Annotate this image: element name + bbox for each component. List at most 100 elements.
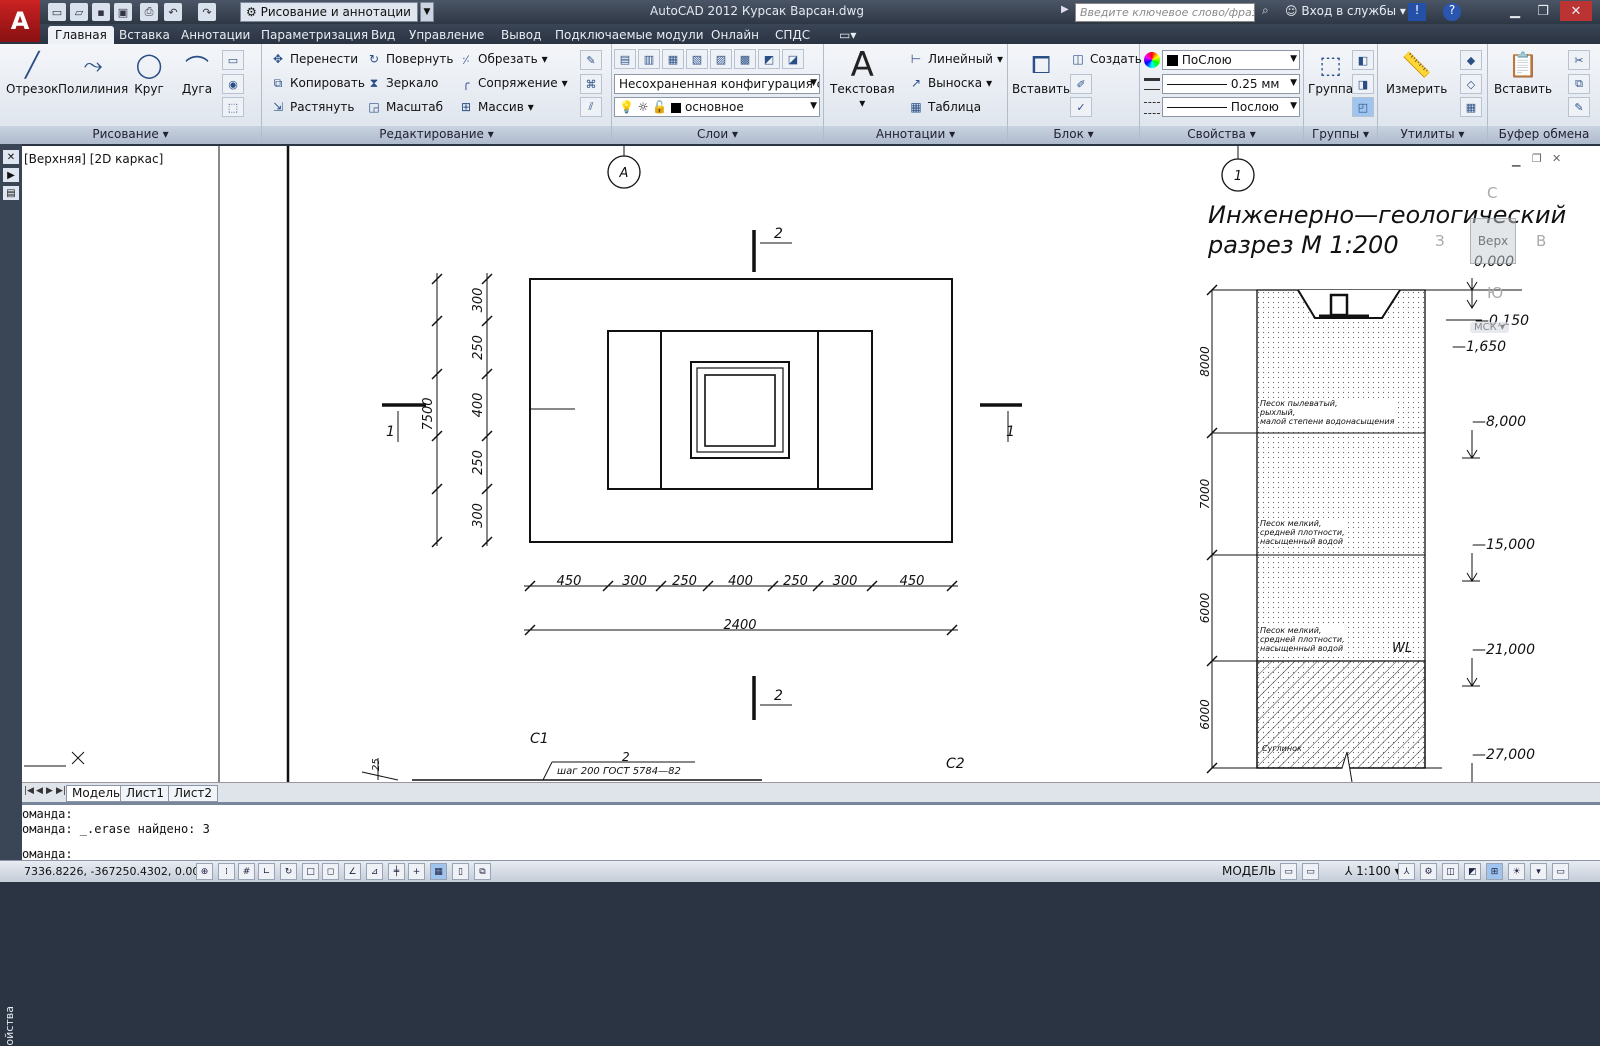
linetype-dropdown[interactable]: Послою ▼ [1162, 97, 1300, 117]
rotate-button[interactable]: ↻ Повернуть [366, 51, 453, 67]
lineweight-dropdown[interactable]: 0.25 мм ▼ [1162, 74, 1300, 94]
group-edit-icon[interactable]: ◨ [1352, 74, 1374, 94]
quick-view-layouts-icon[interactable]: ▭ [1280, 863, 1297, 880]
viewcube-west[interactable]: З [1435, 232, 1445, 250]
binoculars-icon[interactable]: ⌕ [1262, 3, 1269, 18]
annotation-visibility-icon[interactable]: ⅄ [1398, 863, 1415, 880]
quick-props-icon[interactable]: ▯ [452, 863, 469, 880]
edit-block-icon[interactable]: ✐ [1070, 74, 1092, 94]
undo-icon[interactable]: ↶ [164, 3, 182, 21]
ribbon-options-icon[interactable]: ▭▾ [832, 26, 863, 44]
mirror-button[interactable]: ⧗ Зеркало [366, 75, 439, 91]
infer-constraints-icon[interactable]: ⊕ [196, 863, 213, 880]
prev-tab-icon[interactable]: ◀ [36, 786, 43, 796]
layer-unisolate-icon[interactable]: ▧ [686, 49, 708, 69]
paste-button[interactable]: 📋 Вставить [1494, 48, 1552, 96]
palette-menu-icon[interactable]: ▤ [3, 186, 19, 200]
tab-home[interactable]: Главная [48, 26, 114, 44]
viewcube-north[interactable]: С [1487, 184, 1497, 202]
hardware-accel-icon[interactable]: ◩ [1464, 863, 1481, 880]
maximize-icon[interactable]: ❐ [1530, 1, 1556, 21]
line-button[interactable]: ╱ Отрезок [6, 48, 58, 96]
chevron-down-icon[interactable]: ▼ [420, 2, 434, 22]
tab-insert[interactable]: Вставка [112, 26, 177, 44]
status-menu-icon[interactable]: ▾ [1530, 863, 1547, 880]
tab-online[interactable]: Онлайн [704, 26, 766, 44]
tab-annotate[interactable]: Аннотации [174, 26, 257, 44]
linear-dim-button[interactable]: ⊢ Линейный ▾ [908, 51, 1003, 67]
tab-output[interactable]: Вывод [494, 26, 548, 44]
autohide-icon[interactable]: ▶ [3, 168, 19, 182]
login-button[interactable]: ☺ Вход в службы ▾ [1285, 4, 1406, 18]
tab-spds[interactable]: СПДС [768, 26, 817, 44]
rectangle-icon[interactable]: ▭ [222, 50, 244, 70]
annotation-panel-label[interactable]: Аннотации ▾ [824, 126, 1007, 144]
tab-parametric[interactable]: Параметризация [254, 26, 375, 44]
tab-sheet-1[interactable]: Лист1 [120, 785, 171, 802]
print-icon[interactable]: ⎙ [140, 3, 158, 21]
color-dropdown[interactable]: ПоСлою ▼ [1162, 50, 1300, 70]
region-icon[interactable]: ⬚ [222, 97, 244, 117]
tab-sheet-2[interactable]: Лист2 [168, 785, 219, 802]
group-button[interactable]: ⬚ Группа [1308, 48, 1353, 96]
circle-button[interactable]: ◯ Круг [132, 48, 166, 96]
cut-icon[interactable]: ✂ [1568, 50, 1590, 70]
select-all-icon[interactable]: ◇ [1460, 74, 1482, 94]
coordinate-readout[interactable]: 7336.8226, -367250.4302, 0.0000 [24, 865, 213, 878]
first-tab-icon[interactable]: |◀ [24, 786, 34, 796]
lineweight-toggle-icon[interactable]: + [408, 863, 425, 880]
annotation-scale[interactable]: ⅄ 1:100 ▾ [1345, 864, 1401, 878]
measure-button[interactable]: 📏 Измерить [1386, 48, 1447, 96]
layer-lock-icon[interactable]: ◩ [758, 49, 780, 69]
text-button[interactable]: A Текстовая ▾ [830, 45, 895, 110]
quick-view-drawings-icon[interactable]: ▭ [1302, 863, 1319, 880]
otrack-icon[interactable]: ∠ [344, 863, 361, 880]
stretch-button[interactable]: ⇲ Растянуть [270, 99, 354, 115]
layer-state-icon[interactable]: ▥ [638, 49, 660, 69]
command-prompt[interactable]: оманда: [22, 847, 73, 861]
drawing-canvas[interactable]: [Верхняя] [2D каркас] ▁ ❐ ✕ A 1 2 2 1 1 … [22, 146, 1600, 782]
layers-panel-label[interactable]: Слои ▾ [612, 126, 823, 144]
layer-state-dropdown[interactable]: Несохраненная конфигурация сло ▼ [614, 74, 820, 94]
properties-panel-label[interactable]: Свойства ▾ [1140, 126, 1303, 144]
clean-screen-icon[interactable]: ▭ [1552, 863, 1569, 880]
transparency-icon[interactable]: ▦ [430, 863, 447, 880]
model-space-button[interactable]: МОДЕЛЬ [1222, 864, 1276, 878]
layer-iso-icon[interactable]: ▦ [662, 49, 684, 69]
app-logo[interactable]: A [0, 0, 40, 42]
array-button[interactable]: ⊞ Массив ▾ [458, 99, 534, 115]
arc-button[interactable]: ⌒ Дуга [180, 48, 214, 97]
close-icon[interactable]: ✕ [3, 150, 19, 164]
tab-manage[interactable]: Управление [402, 26, 491, 44]
erase-icon[interactable]: ✎ [580, 50, 602, 70]
ortho-icon[interactable]: ∟ [258, 863, 275, 880]
layer-freeze-icon[interactable]: ▨ [710, 49, 732, 69]
workspace-switch-icon[interactable]: ⚙ [1420, 863, 1437, 880]
leader-button[interactable]: ↗ Выноска ▾ [908, 75, 992, 91]
selection-cycling-icon[interactable]: ⧉ [474, 863, 491, 880]
match-properties-icon[interactable]: ✎ [1568, 97, 1590, 117]
layer-match-icon[interactable]: ◪ [782, 49, 804, 69]
lock-ui-icon[interactable]: ◫ [1442, 863, 1459, 880]
info-icon[interactable]: ! [1408, 3, 1426, 21]
new-file-icon[interactable]: ▭ [48, 3, 66, 21]
copy-clip-icon[interactable]: ⧉ [1568, 74, 1590, 94]
minimize-icon[interactable]: ▁ [1502, 1, 1528, 21]
tab-model[interactable]: Модель [66, 785, 127, 802]
move-button[interactable]: ✥ Перенести [270, 51, 358, 67]
close-icon[interactable]: ✕ [1560, 1, 1592, 21]
create-block-button[interactable]: ◫ Создать [1070, 51, 1142, 67]
workspace-select[interactable]: ⚙ Рисование и аннотации [240, 2, 418, 22]
3d-osnap-icon[interactable]: ◻ [322, 863, 339, 880]
scale-button[interactable]: ◲ Масштаб [366, 99, 443, 115]
tab-view[interactable]: Вид [364, 26, 402, 44]
redo-icon[interactable]: ↷ [198, 3, 216, 21]
color-wheel-icon[interactable] [1144, 52, 1160, 68]
save-icon[interactable]: ▪ [92, 3, 110, 21]
polyline-button[interactable]: ⤳ Полилиния [58, 48, 128, 96]
layer-dropdown[interactable]: 💡 ☼ 🔓 основное ▼ [614, 97, 820, 117]
save-as-icon[interactable]: ▣ [114, 3, 132, 21]
insert-block-button[interactable]: ⧠ Вставить [1012, 48, 1070, 96]
isolate-icon[interactable]: ⊞ [1486, 863, 1503, 880]
clipboard-panel-label[interactable]: Буфер обмена [1488, 126, 1600, 144]
